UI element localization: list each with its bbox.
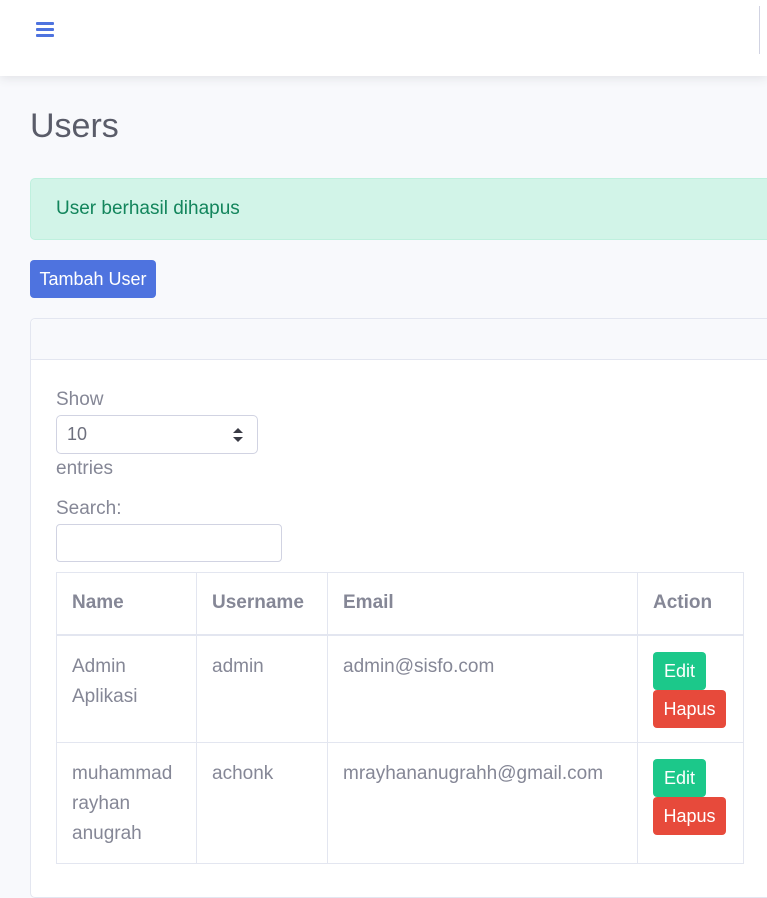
- cell-name: Admin Aplikasi: [56, 634, 197, 743]
- edit-button[interactable]: Edit: [653, 759, 706, 797]
- header-username[interactable]: Username: [196, 572, 328, 636]
- page-title: Users: [30, 107, 119, 145]
- entries-select-value: 10: [67, 424, 88, 444]
- delete-button[interactable]: Hapus: [653, 797, 726, 835]
- entries-label: entries: [56, 458, 114, 479]
- success-alert: User berhasil dihapus: [30, 178, 767, 240]
- cell-email: admin@sisfo.com: [327, 634, 638, 743]
- alert-message: User berhasil dihapus: [56, 198, 240, 219]
- table-header-row: Name Username Email Action: [56, 572, 744, 636]
- header-email[interactable]: Email: [327, 572, 638, 636]
- search-label: Search:: [56, 498, 122, 519]
- cell-username: achonk: [196, 742, 328, 864]
- cell-name: muhammad rayhan anugrah: [56, 742, 197, 864]
- table-row: muhammad rayhan anugrah achonk mrayhanan…: [56, 742, 744, 864]
- header-name[interactable]: Name: [56, 572, 197, 636]
- cell-action: Edit Hapus: [637, 634, 744, 743]
- users-table: Name Username Email Action Admin Aplikas…: [56, 572, 744, 864]
- edit-button[interactable]: Edit: [653, 651, 706, 690]
- card-header: [31, 319, 767, 360]
- cell-username: admin: [196, 634, 328, 743]
- delete-button[interactable]: Hapus: [653, 689, 726, 728]
- table-row: Admin Aplikasi admin admin@sisfo.com Edi…: [56, 634, 744, 743]
- bars-icon[interactable]: [36, 22, 54, 38]
- cell-email: mrayhananugrahh@gmail.com: [327, 742, 638, 864]
- sort-arrows-icon: [233, 428, 243, 442]
- show-label: Show: [56, 389, 104, 410]
- add-user-button[interactable]: Tambah User: [30, 260, 156, 298]
- cell-action: Edit Hapus: [637, 742, 744, 864]
- topbar-divider: [759, 6, 760, 54]
- search-input[interactable]: [56, 524, 282, 562]
- header-action[interactable]: Action: [637, 572, 744, 636]
- topbar: [0, 0, 767, 76]
- entries-select[interactable]: 10: [56, 415, 258, 454]
